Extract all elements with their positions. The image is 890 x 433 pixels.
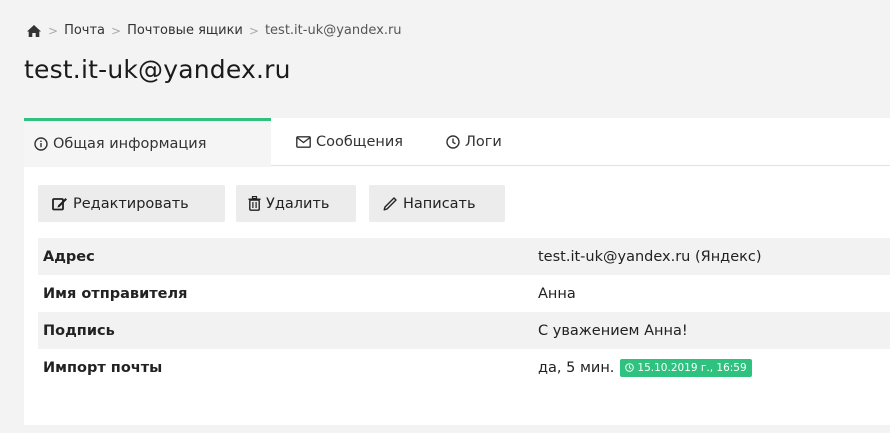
info-value: да, 5 мин. <box>538 359 615 376</box>
info-value-wrap: да, 5 мин. 15.10.2019 г., 16:59 <box>538 358 752 377</box>
home-icon[interactable] <box>26 24 42 38</box>
tab-general-info[interactable]: Общая информация <box>24 118 271 167</box>
info-row-sender-name: Имя отправителя Анна <box>38 275 890 312</box>
tab-bar: Общая информация Сообщения Логи <box>24 118 890 167</box>
info-value: С уважением Анна! <box>538 322 688 339</box>
breadcrumb-item-mail[interactable]: Почта <box>64 23 105 38</box>
breadcrumb-item-mailboxes[interactable]: Почтовые ящики <box>127 23 243 38</box>
tab-label: Логи <box>465 134 502 150</box>
info-row-mail-import: Импорт почты да, 5 мин. 15.10.2019 г., 1… <box>38 349 890 386</box>
pencil-icon <box>383 197 397 211</box>
tab-messages[interactable]: Сообщения <box>296 118 403 166</box>
clock-icon <box>625 363 635 372</box>
breadcrumb-item-current: test.it-uk@yandex.ru <box>264 23 402 38</box>
info-table: Адрес test.it-uk@yandex.ru (Яндекс) Имя … <box>38 238 890 386</box>
mailbox-panel: Общая информация Сообщения Логи Редактир… <box>24 118 890 425</box>
trash-icon <box>248 196 261 211</box>
edit-icon <box>52 198 67 211</box>
toolbar: Редактировать Удалить Написать <box>38 185 505 222</box>
write-button[interactable]: Написать <box>369 185 505 222</box>
info-label: Имя отправителя <box>43 285 188 302</box>
envelope-icon <box>296 136 311 148</box>
info-label: Импорт почты <box>43 359 163 376</box>
status-badge: 15.10.2019 г., 16:59 <box>620 358 752 377</box>
breadcrumb-separator: > <box>248 23 259 38</box>
write-button-label: Написать <box>403 195 476 212</box>
info-label: Подпись <box>43 322 115 339</box>
edit-button[interactable]: Редактировать <box>38 185 225 222</box>
page-title: test.it-uk@yandex.ru <box>24 55 291 84</box>
info-row-signature: Подпись С уважением Анна! <box>38 312 890 349</box>
info-circle-icon <box>34 136 48 151</box>
info-value: Анна <box>538 285 576 302</box>
delete-button-label: Удалить <box>266 195 330 212</box>
tab-logs[interactable]: Логи <box>446 118 502 166</box>
breadcrumb-separator: > <box>48 23 59 38</box>
delete-button[interactable]: Удалить <box>236 185 356 222</box>
info-label: Адрес <box>43 248 95 265</box>
clock-icon <box>446 135 460 149</box>
info-row-address: Адрес test.it-uk@yandex.ru (Яндекс) <box>38 238 890 275</box>
info-value: test.it-uk@yandex.ru (Яндекс) <box>538 248 762 265</box>
status-badge-text: 15.10.2019 г., 16:59 <box>637 361 747 374</box>
tab-label: Общая информация <box>53 135 207 152</box>
edit-button-label: Редактировать <box>73 195 189 212</box>
tab-label: Сообщения <box>316 134 404 150</box>
breadcrumb: > Почта > Почтовые ящики > test.it-uk@ya… <box>26 23 402 38</box>
breadcrumb-separator: > <box>111 23 122 38</box>
